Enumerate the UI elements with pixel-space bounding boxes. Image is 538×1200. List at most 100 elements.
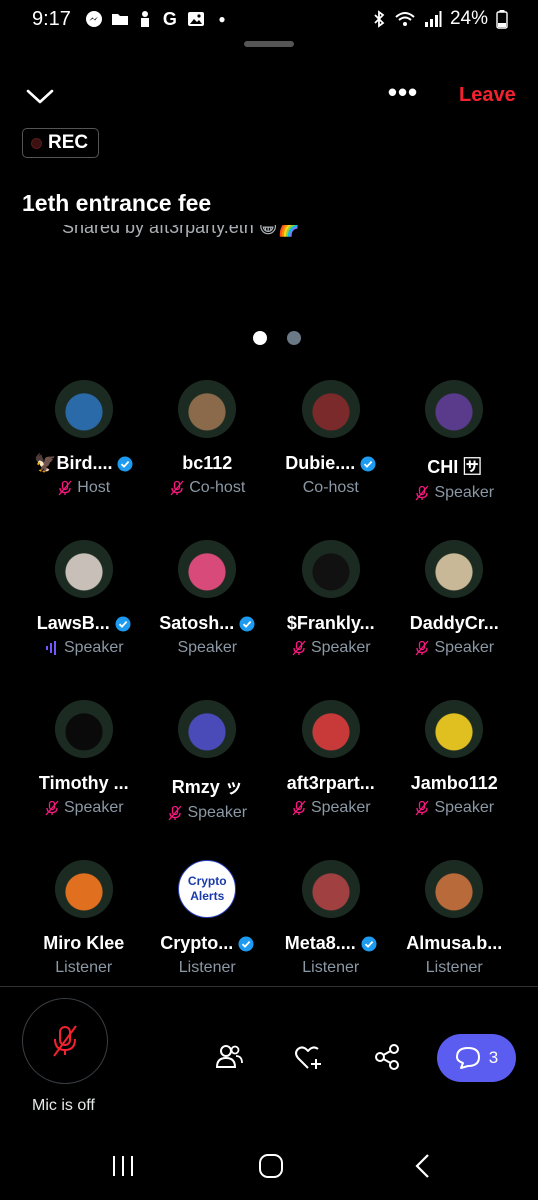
leave-button[interactable]: Leave [459,84,516,107]
participant-role: Speaker [63,799,124,816]
participant-name: 🦅Bird.... [34,453,113,473]
chat-button[interactable]: 3 [437,1034,516,1082]
participant-card[interactable]: CHI 🈂 Speaker [393,380,517,540]
participant-avatar[interactable] [301,860,360,918]
verified-badge-icon [117,456,133,471]
recent-apps-icon[interactable] [108,1153,138,1179]
participant-avatar[interactable] [54,700,113,758]
participant-role: Listener [178,959,236,976]
mic-muted-icon [168,805,182,821]
participant-role-row: Speaker [414,799,494,817]
participant-avatar[interactable] [178,380,237,438]
signal-icon [424,11,442,27]
participant-card[interactable]: aft3rpart... Speaker [269,700,393,860]
participant-role-row: Listener [426,959,483,977]
heart-plus-icon[interactable] [293,1042,323,1072]
participant-avatar[interactable] [425,380,484,438]
mic-muted-icon [292,800,306,816]
participant-avatar[interactable] [178,540,237,598]
dot-icon: ● [218,12,226,26]
speaking-icon [45,641,56,655]
participant-name-row: DaddyCr... [410,613,499,634]
participant-role-row: Listener [302,959,359,977]
participant-card[interactable]: DaddyCr... Speaker [393,540,517,700]
participant-name-row: Almusa.b... [406,933,502,954]
participant-name: Satosh... [159,613,235,633]
page-dot[interactable] [287,331,301,345]
participant-card[interactable]: Meta8.... Listener [269,860,393,1020]
participant-role: Speaker [434,799,495,816]
participant-role-row: Co-host [303,479,359,497]
participant-role-row: Speaker [44,639,124,657]
participant-card[interactable]: Crypto Alerts Crypto... Listener [146,860,270,1020]
participant-avatar[interactable] [54,540,113,598]
back-icon[interactable] [408,1153,438,1179]
participant-role: Co-host [302,479,359,496]
participant-card[interactable]: bc112 Co-host [146,380,270,540]
participant-name: bc112 [182,453,233,473]
shared-by-text: Shared by aft3rparty.eth 😁🌈 [62,225,300,237]
participant-card[interactable]: 🦅Bird.... Host [22,380,146,540]
people-icon[interactable] [214,1042,244,1072]
verified-badge-icon [239,616,255,631]
participant-avatar[interactable] [178,700,237,758]
mic-muted-icon [45,800,59,816]
participant-card[interactable]: Dubie.... Co-host [269,380,393,540]
participant-avatar[interactable] [54,860,113,918]
page-indicator [0,331,538,345]
participant-card[interactable]: Jambo112 Speaker [393,700,517,860]
participant-card[interactable]: Satosh... Speaker [146,540,270,700]
share-icon[interactable] [372,1042,402,1072]
participant-avatar[interactable] [301,380,360,438]
participant-card[interactable]: LawsB... Speaker [22,540,146,700]
home-icon[interactable] [256,1153,286,1179]
participant-name-row: Timothy ... [39,773,129,794]
participant-role-row: Speaker [414,484,494,502]
participant-card[interactable]: Rmzy ッ Speaker [146,700,270,860]
participant-name-row: Satosh... [159,613,255,634]
participant-avatar[interactable] [425,700,484,758]
more-options-button[interactable]: ••• [385,79,421,110]
participant-name: Almusa.b... [406,933,503,953]
participant-role-row: Co-host [169,479,245,497]
chat-count: 3 [488,1048,499,1067]
participant-avatar[interactable] [425,540,484,598]
participant-name: Jambo112 [410,773,498,793]
participant-card[interactable]: Timothy ... Speaker [22,700,146,860]
participant-role-row: Speaker [177,639,237,657]
mic-toggle-button[interactable] [22,998,108,1084]
participant-card[interactable]: $Frankly... Speaker [269,540,393,700]
mic-muted-icon [170,480,184,496]
recording-badge: REC [22,128,100,158]
participant-role-row: Speaker [414,639,494,657]
record-dot-icon [31,137,42,149]
gallery-icon [187,12,204,26]
participant-card[interactable]: Miro Klee Listener [22,860,146,1020]
participant-name-row: Miro Klee [43,933,124,954]
participant-card[interactable]: Almusa.b... Listener [393,860,517,1020]
space-title: 1eth entrance fee [22,190,212,216]
participant-role-row: Host [57,479,110,497]
participant-avatar[interactable] [301,700,360,758]
drag-handle[interactable] [244,41,294,47]
participant-name: Dubie.... [285,453,356,473]
participant-avatar[interactable] [301,540,360,598]
participant-avatar[interactable] [425,860,484,918]
participant-role: Speaker [310,799,371,816]
divider [0,986,538,987]
page-dot[interactable] [253,331,267,345]
participant-name: Miro Klee [43,933,125,953]
participant-name-row: Rmzy ッ [172,773,243,799]
participant-name: $Frankly... [286,613,375,633]
participant-name-row: $Frankly... [287,613,375,634]
participant-avatar[interactable]: Crypto Alerts [178,860,237,918]
participant-name: DaddyCr... [409,613,499,633]
participant-name: aft3rpart... [286,773,375,793]
participant-role: Speaker [434,484,495,501]
participant-avatar[interactable] [54,380,113,438]
verified-badge-icon [361,936,377,951]
mic-muted-icon [415,800,429,816]
wifi-icon [395,12,415,26]
google-icon: G [162,9,177,29]
chevron-down-icon[interactable] [24,80,56,112]
